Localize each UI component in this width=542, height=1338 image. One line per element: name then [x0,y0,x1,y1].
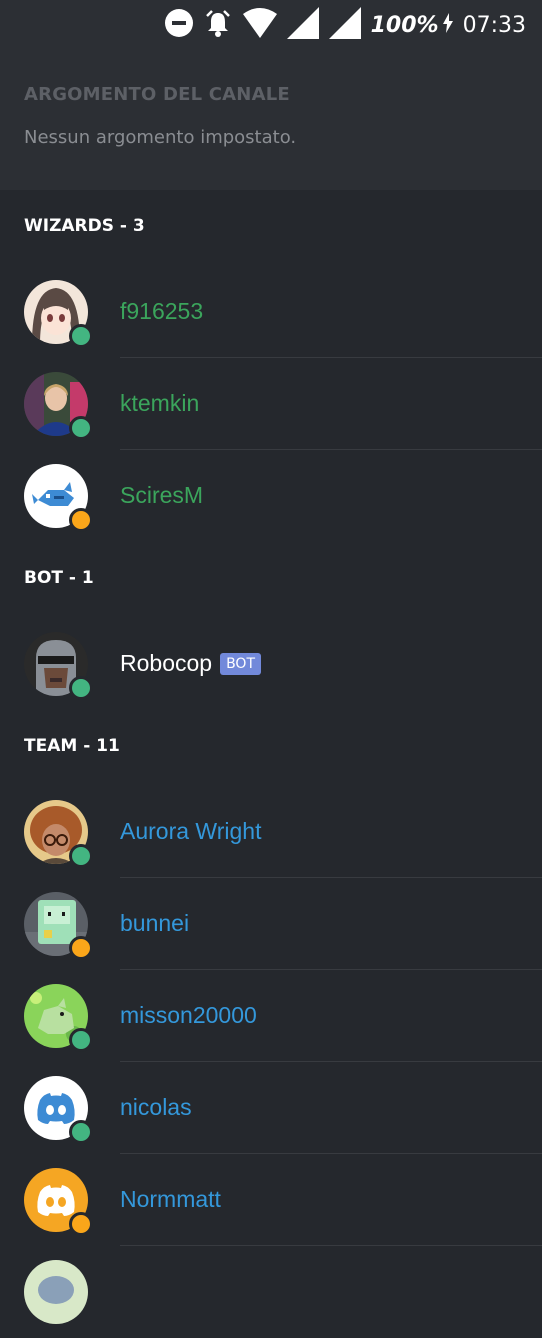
do-not-disturb-icon [164,9,193,41]
status-online-indicator [69,324,93,348]
status-online-indicator [69,1120,93,1144]
member-row[interactable]: Aurora Wright [0,786,542,878]
member-name: SciresM [120,482,204,508]
wifi-icon [242,8,277,42]
charging-icon [442,13,453,37]
status-online-indicator [69,1028,93,1052]
battery-percent: 100% [370,12,439,38]
topic-text: Nessun argomento impostato. [24,127,297,148]
status-online-indicator [69,844,93,868]
status-idle-indicator [69,936,93,960]
member-name: misson20000 [120,1002,257,1028]
alarm-icon [203,8,233,42]
member-row[interactable]: bunnei [0,878,542,970]
clock: 07:33 [462,12,526,38]
topic-title: ARGOMENTO DEL CANALE [24,84,290,105]
member-name: f916253 [120,298,204,324]
status-idle-indicator [69,1212,93,1236]
member-row[interactable]: ktemkin [0,358,542,450]
section-header-wizards: WIZARDS - 3 [24,216,145,236]
member-name-robocop: Robocop BOT [120,650,262,677]
member-row[interactable]: Robocop BOT [0,618,542,710]
member-row[interactable] [0,1246,542,1338]
member-name: Aurora Wright [120,818,262,844]
member-row[interactable]: misson20000 [0,970,542,1062]
member-row[interactable]: Normmatt [0,1154,542,1246]
member-name: Robocop [120,650,213,676]
member-name: Normmatt [120,1186,221,1212]
signal-icon [286,7,319,43]
section-header-team: TEAM - 11 [24,736,120,756]
member-row[interactable]: nicolas [0,1062,542,1154]
bot-badge: BOT [220,653,262,675]
member-row[interactable]: f916253 [0,266,542,358]
member-name: ktemkin [120,390,200,416]
member-name: bunnei [120,910,190,936]
member-row[interactable]: SciresM [0,450,542,542]
channel-topic: ARGOMENTO DEL CANALE Nessun argomento im… [0,50,542,190]
status-online-indicator [69,416,93,440]
avatar [24,1260,88,1324]
signal-icon-2 [328,7,361,43]
status-bar: 100% 07:33 [0,0,542,50]
status-online-indicator [69,676,93,700]
member-name: nicolas [120,1094,192,1120]
status-idle-indicator [69,508,93,532]
section-header-bot: BOT - 1 [24,568,94,588]
